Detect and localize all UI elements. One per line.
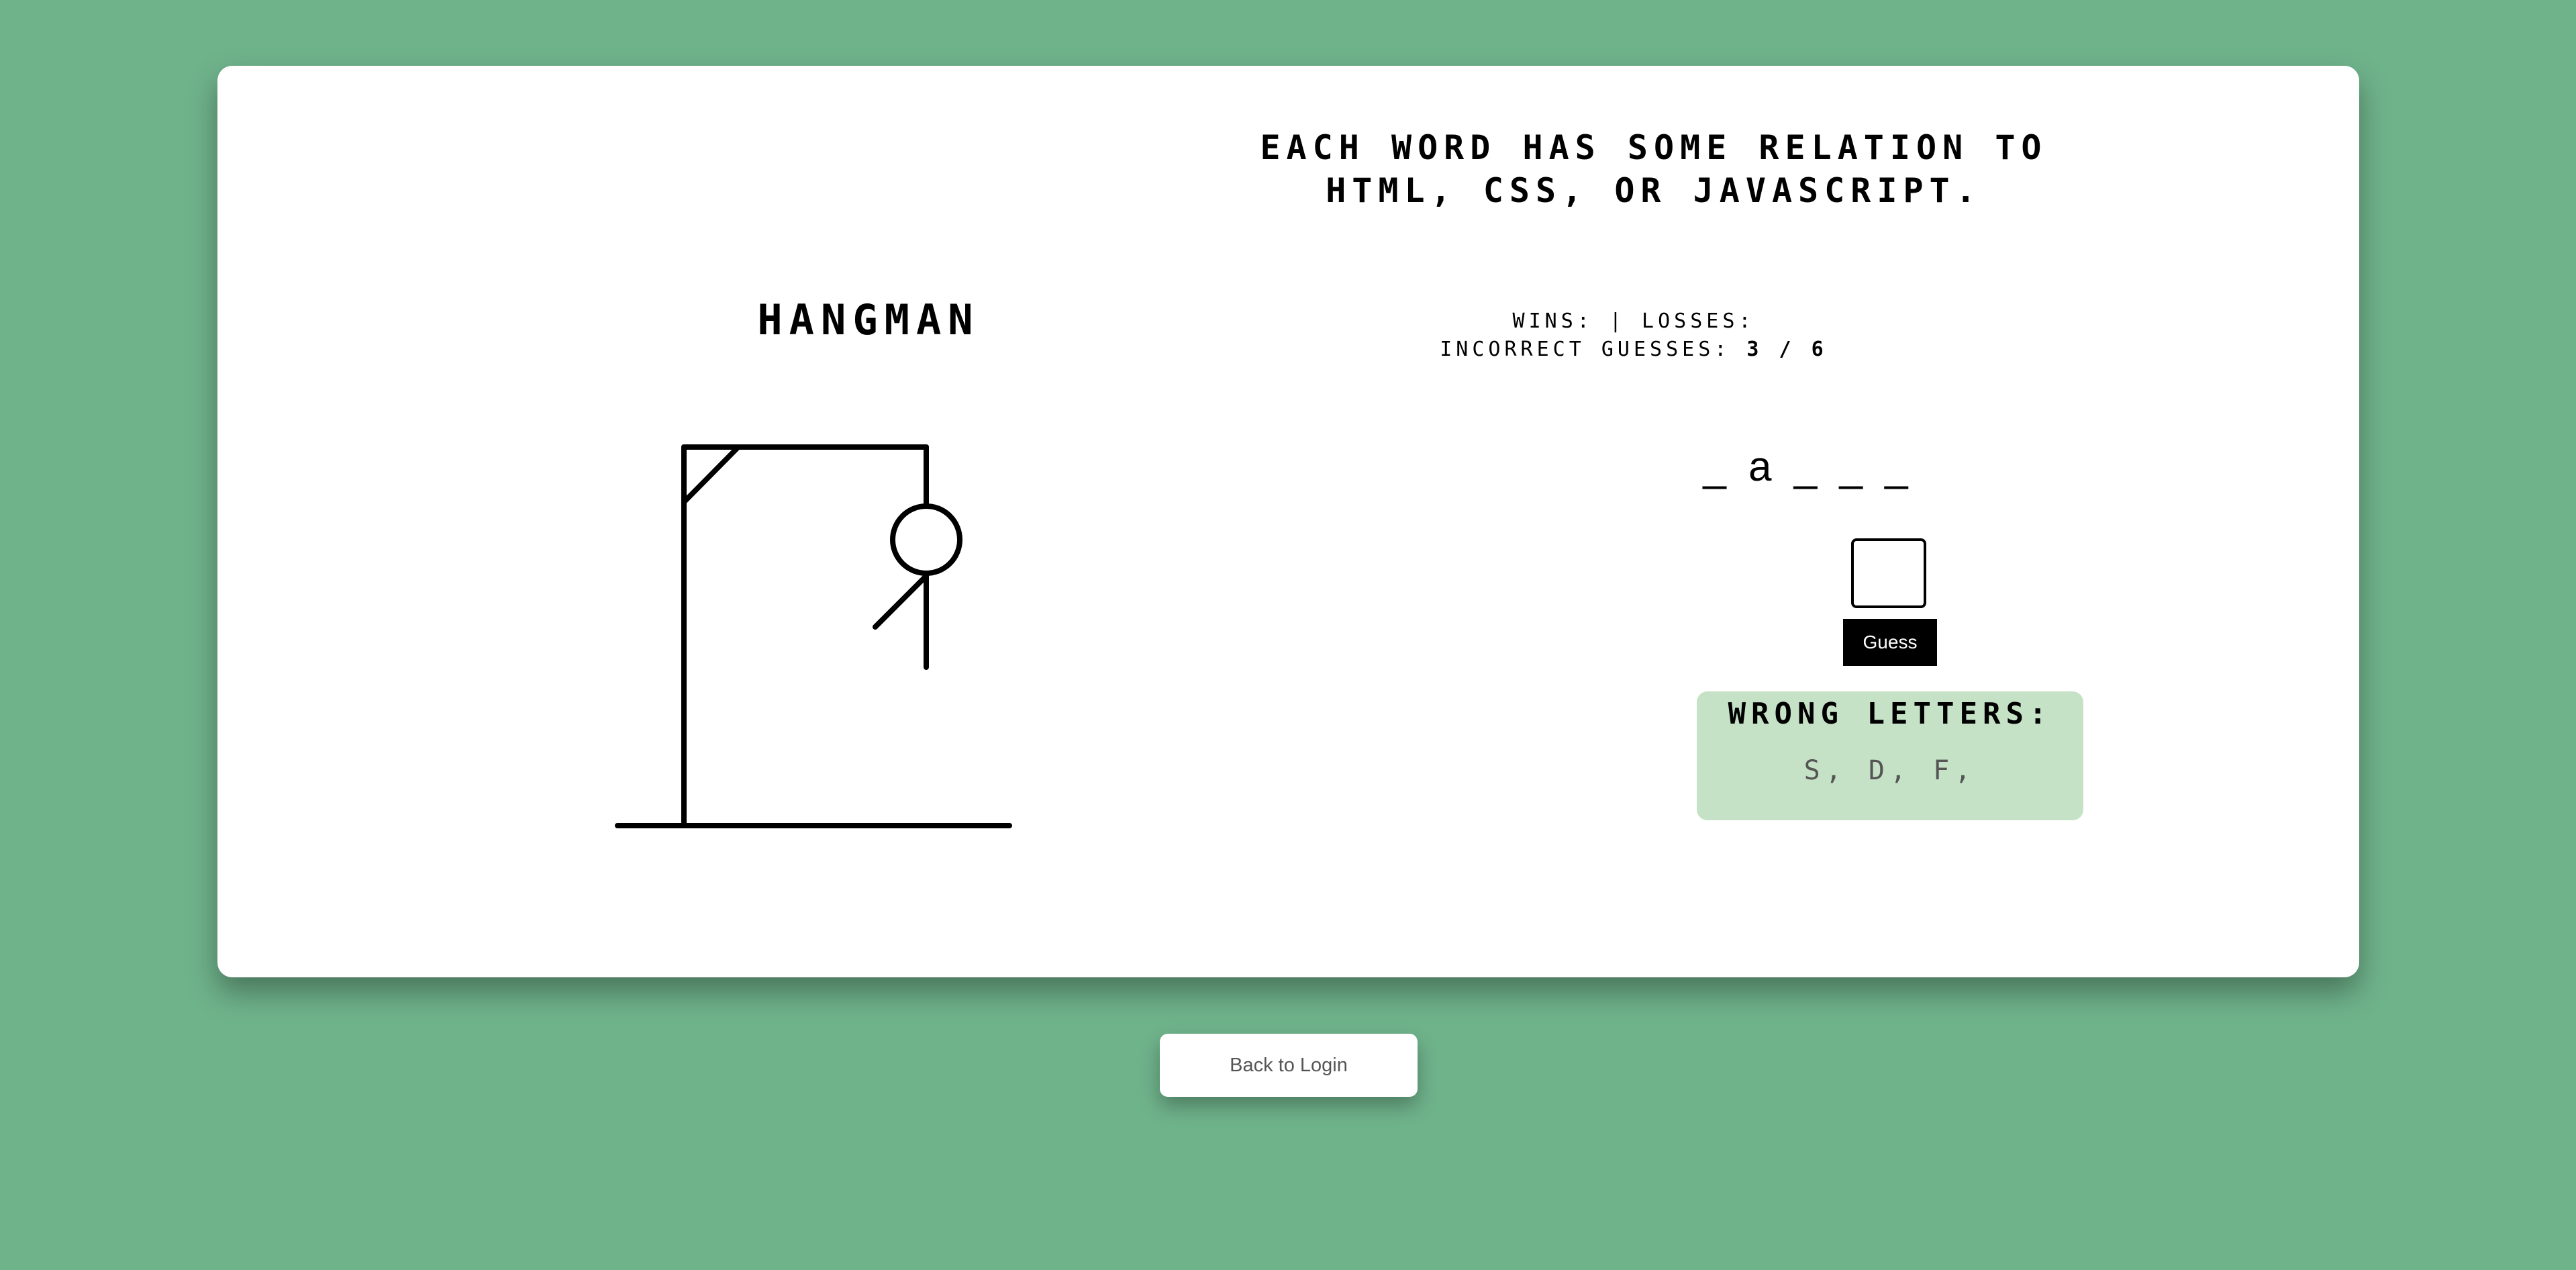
- hangman-drawing: [615, 444, 1012, 828]
- wins-losses-line: Wins: | Losses:: [1399, 307, 1869, 336]
- gallows-brace: [681, 444, 741, 505]
- losses-label: Losses:: [1642, 309, 1755, 333]
- incorrect-guesses-line: Incorrect Guesses: 3 / 6: [1399, 336, 1869, 364]
- hangman-left-arm: [873, 573, 929, 630]
- guess-button[interactable]: Guess: [1843, 619, 1937, 666]
- wrong-letters-title: Wrong Letters:: [1728, 697, 2052, 731]
- incorrect-guesses-label: Incorrect Guesses:: [1440, 338, 1731, 361]
- stats-separator: |: [1609, 309, 1626, 333]
- score-stats: Wins: | Losses: Incorrect Guesses: 3 / 6: [1399, 307, 1869, 364]
- wrong-letters-panel: Wrong Letters: S, D, F,: [1697, 691, 2083, 820]
- category-hint: Each word has some relation to HTML, CSS…: [1260, 128, 2048, 210]
- wrong-letters-list: S, D, F,: [1803, 755, 1977, 786]
- back-to-login-button[interactable]: Back to Login: [1160, 1034, 1418, 1097]
- incorrect-guesses-value: 3 / 6: [1746, 338, 1828, 361]
- game-title: HANGMAN: [757, 295, 980, 344]
- hangman-head: [890, 503, 962, 576]
- game-card: Each word has some relation to HTML, CSS…: [217, 66, 2359, 977]
- wins-label: Wins:: [1512, 309, 1593, 333]
- word-display: _ a _ _ _: [1703, 444, 1914, 490]
- guess-letter-input[interactable]: [1851, 538, 1926, 608]
